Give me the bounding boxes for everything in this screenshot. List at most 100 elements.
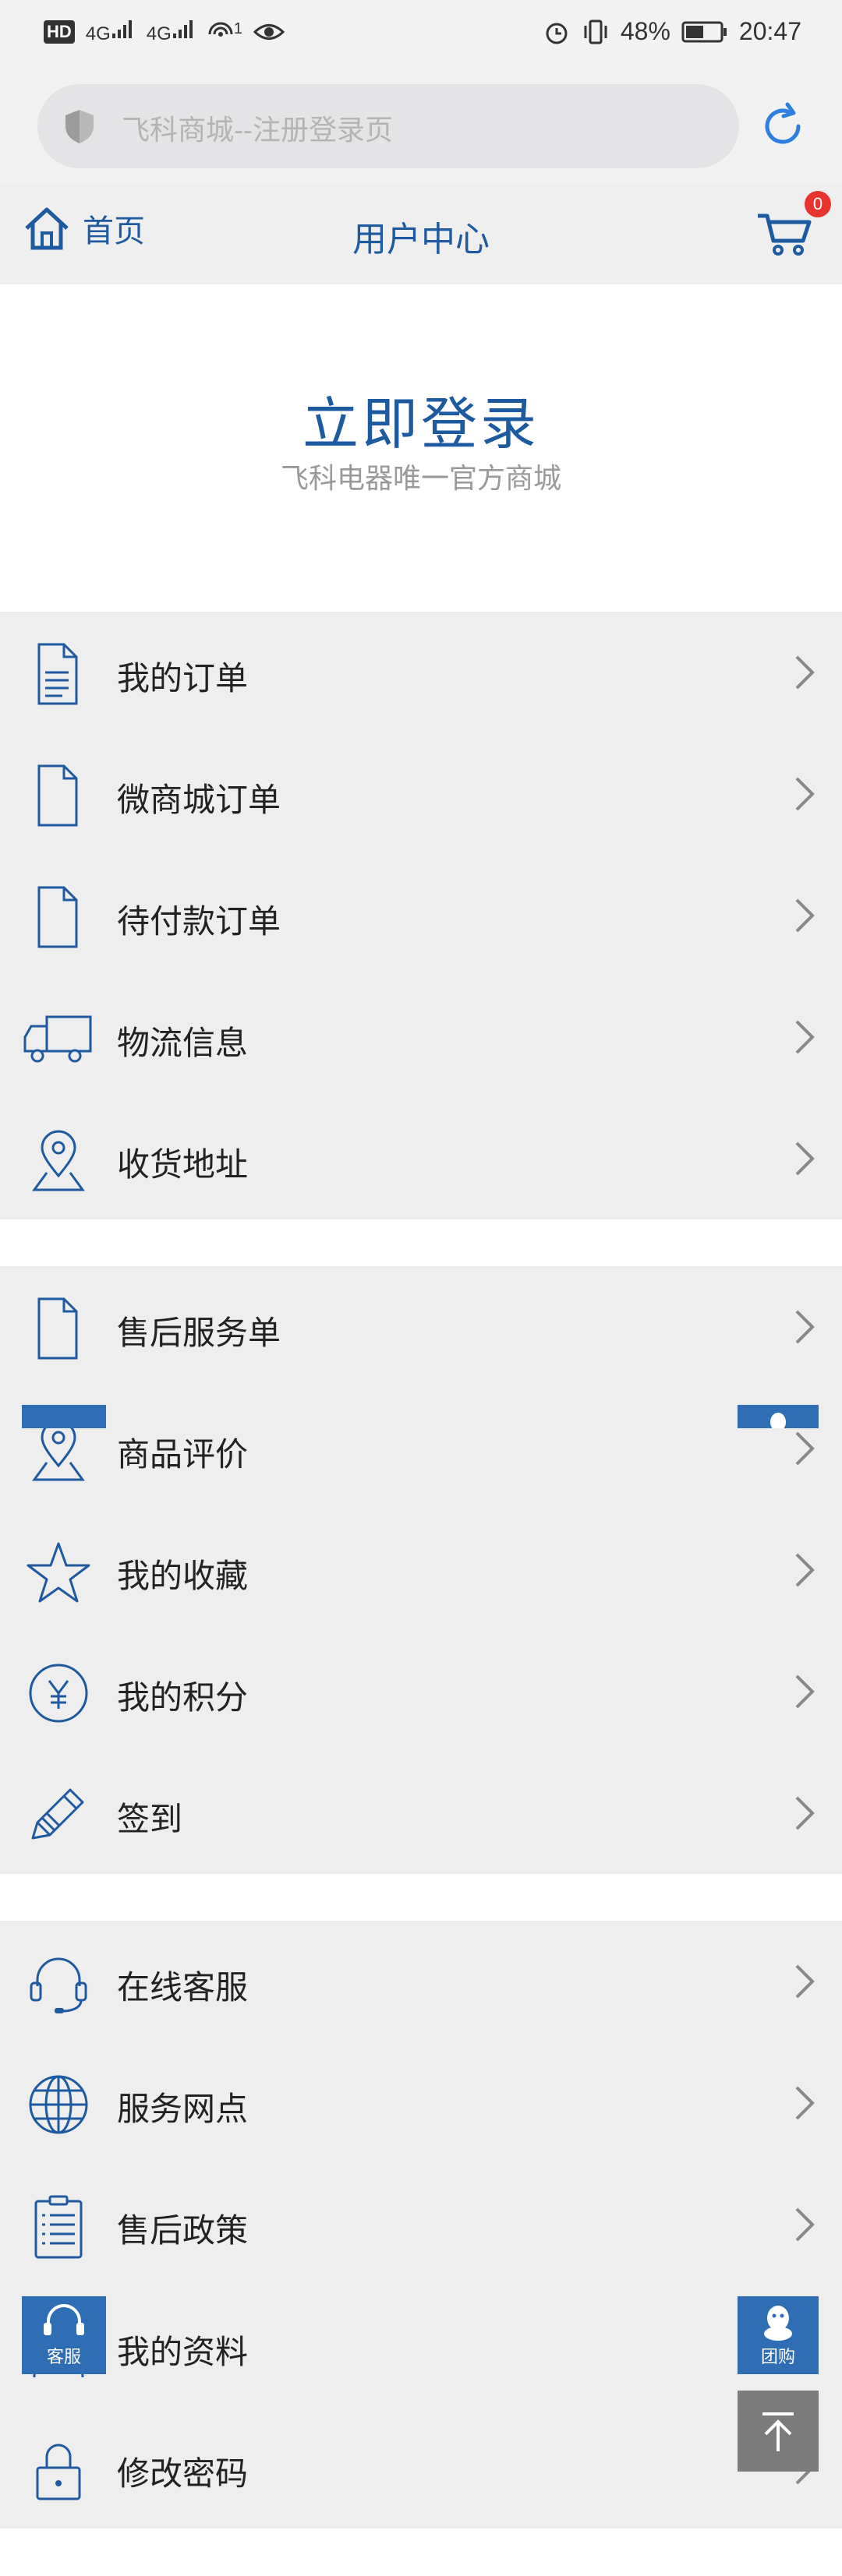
menu-item-checkin[interactable]: 签到 bbox=[0, 1752, 842, 1874]
menu-item-favorites[interactable]: 我的收藏 bbox=[0, 1509, 842, 1631]
network-type-2: 4G bbox=[146, 23, 172, 44]
menu-group-support: 在线客服 服务网点 售后政策 我的资料 修改密码 bbox=[0, 1921, 842, 2528]
menu-item-after-sales[interactable]: 售后服务单 bbox=[0, 1266, 842, 1388]
customer-service-label: 客服 bbox=[46, 2347, 81, 2366]
menu-item-label: 在线客服 bbox=[117, 1969, 249, 2006]
battery-percent: 48% bbox=[620, 17, 670, 45]
chevron-right-icon bbox=[795, 2086, 815, 2120]
headset-icon bbox=[30, 1957, 87, 2013]
hotspot-indicator: 1 bbox=[207, 17, 242, 46]
menu-item-after-sales-policy[interactable]: 售后政策 bbox=[0, 2164, 842, 2285]
login-subtitle: 飞科电器唯一官方商城 bbox=[280, 462, 561, 494]
chevron-right-icon bbox=[795, 777, 815, 811]
menu-item-label: 售后服务单 bbox=[117, 1314, 281, 1351]
battery-icon bbox=[681, 21, 727, 42]
floating-group-buy-tab-top[interactable] bbox=[738, 1405, 819, 1431]
chevron-right-icon bbox=[795, 1020, 815, 1054]
login-button[interactable]: 立即登录 bbox=[0, 378, 842, 460]
document-icon bbox=[37, 764, 78, 827]
menu-item-label: 物流信息 bbox=[117, 1025, 249, 1061]
menu-item-label: 微商城订单 bbox=[117, 782, 281, 818]
url-field[interactable]: 飞科商城--注册登录页 bbox=[37, 84, 739, 168]
status-bar: HD 4G 4G 1 48% 20:47 bbox=[0, 0, 842, 70]
chevron-right-icon bbox=[795, 1796, 815, 1830]
status-right: 48% 20:47 bbox=[543, 17, 801, 46]
chevron-right-icon bbox=[795, 1431, 815, 1466]
clock: 20:47 bbox=[738, 17, 801, 45]
chevron-right-icon bbox=[795, 1553, 815, 1587]
headset-icon bbox=[44, 2304, 84, 2335]
menu-item-shipping-address[interactable]: 收货地址 bbox=[0, 1098, 842, 1219]
menu-item-my-orders[interactable]: 我的订单 bbox=[0, 612, 842, 733]
menu-item-label: 服务网点 bbox=[117, 2091, 249, 2127]
chevron-right-icon bbox=[795, 655, 815, 690]
pencil-icon bbox=[31, 1788, 84, 1840]
menu-item-pending-payment[interactable]: 待付款订单 bbox=[0, 855, 842, 976]
menu-group-orders: 我的订单 微商城订单 待付款订单 物流信息 收货地址 bbox=[0, 612, 842, 1219]
menu-item-reviews[interactable]: 商品评价 bbox=[0, 1388, 842, 1509]
lock-icon bbox=[36, 2444, 81, 2500]
status-left: HD 4G 4G 1 bbox=[44, 17, 285, 46]
arrow-up-icon bbox=[762, 2412, 794, 2451]
hotspot-icon bbox=[208, 22, 233, 37]
chevron-right-icon bbox=[795, 1142, 815, 1176]
hd-badge: HD bbox=[44, 19, 75, 44]
menu-item-label: 售后政策 bbox=[117, 2212, 249, 2249]
menu-item-label: 收货地址 bbox=[117, 1146, 249, 1183]
menu-item-label: 我的积分 bbox=[117, 1679, 249, 1716]
reload-icon[interactable] bbox=[758, 101, 808, 151]
menu-item-my-profile[interactable]: 我的资料 bbox=[0, 2285, 842, 2407]
chevron-right-icon bbox=[795, 2207, 815, 2242]
chevron-right-icon bbox=[795, 1674, 815, 1709]
browser-address-bar: 飞科商城--注册登录页 bbox=[0, 70, 842, 183]
shield-icon bbox=[65, 110, 94, 143]
clipboard-icon bbox=[34, 2195, 83, 2259]
signal-bars-icon bbox=[111, 20, 132, 38]
document-icon bbox=[37, 1297, 78, 1360]
menu-item-label: 待付款订单 bbox=[117, 903, 281, 940]
document-icon bbox=[37, 886, 78, 948]
star-icon bbox=[27, 1542, 90, 1603]
network-signal-2: 4G bbox=[147, 18, 196, 45]
menu-item-label: 我的订单 bbox=[117, 660, 249, 697]
customer-service-button[interactable]: 客服 bbox=[22, 2296, 106, 2374]
chevron-right-icon bbox=[795, 1964, 815, 1999]
back-to-top-button[interactable] bbox=[738, 2391, 819, 2472]
vibrate-icon bbox=[584, 19, 607, 44]
menu-item-label: 修改密码 bbox=[117, 2455, 249, 2492]
menu-item-label: 商品评价 bbox=[117, 1436, 249, 1473]
qq-icon bbox=[770, 1413, 786, 1431]
login-section: 立即登录 飞科电器唯一官方商城 bbox=[0, 284, 842, 612]
menu-item-online-service[interactable]: 在线客服 bbox=[0, 1921, 842, 2042]
menu-item-label: 签到 bbox=[117, 1801, 183, 1837]
page-title: 用户中心 bbox=[352, 221, 490, 259]
chevron-right-icon bbox=[795, 1310, 815, 1344]
menu-item-logistics[interactable]: 物流信息 bbox=[0, 976, 842, 1098]
menu-item-label: 我的资料 bbox=[117, 2334, 249, 2370]
group-buy-button[interactable]: 团购 bbox=[738, 2296, 819, 2374]
yen-coin-icon bbox=[29, 1664, 88, 1723]
network-type-1: 4G bbox=[85, 23, 111, 44]
menu-item-wechat-orders[interactable]: 微商城订单 bbox=[0, 733, 842, 855]
signal-bars-icon bbox=[172, 20, 193, 38]
network-signal-1: 4G bbox=[86, 18, 136, 45]
truck-icon bbox=[23, 1015, 92, 1063]
group-buy-label: 团购 bbox=[760, 2347, 795, 2366]
top-nav-bar: 首页 用户中心 0 bbox=[0, 183, 842, 284]
qq-icon bbox=[764, 2306, 792, 2341]
globe-icon bbox=[29, 2075, 88, 2134]
url-text: 飞科商城--注册登录页 bbox=[122, 114, 393, 146]
location-pin-icon bbox=[32, 1130, 85, 1191]
alarm-icon bbox=[546, 23, 568, 44]
order-list-icon bbox=[37, 643, 78, 705]
menu-item-service-outlets[interactable]: 服务网点 bbox=[0, 2042, 842, 2164]
floating-service-tab-top[interactable] bbox=[22, 1405, 106, 1428]
menu-group-services: 售后服务单 商品评价 我的收藏 我的积分 签到 bbox=[0, 1266, 842, 1874]
chevron-right-icon bbox=[795, 898, 815, 933]
menu-item-points[interactable]: 我的积分 bbox=[0, 1631, 842, 1752]
cart-count-badge: 0 bbox=[805, 191, 831, 217]
cart-icon[interactable] bbox=[756, 205, 814, 259]
eye-icon bbox=[253, 23, 285, 40]
menu-item-label: 我的收藏 bbox=[117, 1558, 249, 1594]
menu-item-change-password[interactable]: 修改密码 bbox=[0, 2407, 842, 2528]
